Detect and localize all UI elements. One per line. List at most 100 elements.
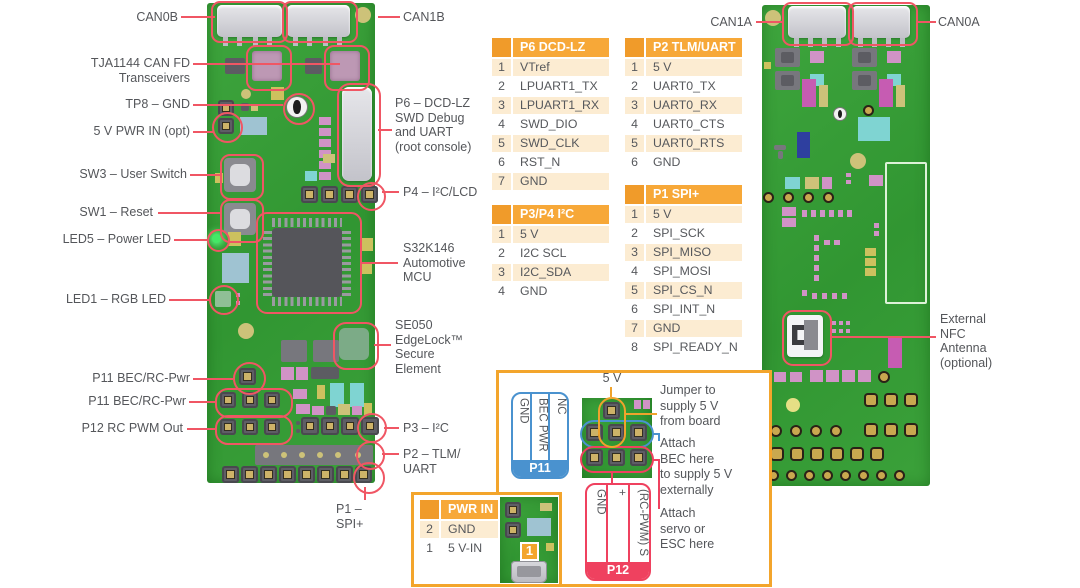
pin-name: GND [646, 320, 742, 337]
se050-chip [339, 328, 369, 360]
smd-ic [313, 340, 339, 362]
table-title: P6 DCD-LZ [513, 38, 609, 57]
table-row: 6RST_N [492, 154, 609, 171]
pin-number: 1 [492, 59, 511, 76]
table-row: 5UART0_RTS [625, 135, 742, 152]
pin-name: SPI_SCK [646, 225, 742, 242]
label-se050: SE050 EdgeLock™ Secure Element [395, 318, 475, 376]
p11-legend-label: P11 [513, 460, 567, 477]
label-can1a: CAN1A [700, 15, 752, 30]
table-row: 4GND [492, 283, 609, 300]
p11-pin-nc: NC [548, 394, 567, 460]
pin-name: 5 V [646, 59, 742, 76]
pin-table-pwr-in: PWR IN 2GND15 V-IN [420, 500, 498, 559]
note-servo: Attach servo or ESC here [660, 506, 760, 553]
pin-number: 4 [492, 283, 511, 300]
table-row: 4UART0_CTS [625, 116, 742, 133]
pin-number: 1 [625, 206, 644, 223]
pinout-diagram: CAN0B CAN1B TJA1144 CAN FD Transceivers … [0, 0, 1080, 588]
label-p1: P1 – SPI+ [336, 502, 392, 531]
pin-name: LPUART1_TX [513, 78, 609, 95]
pin-name: UART0_TX [646, 78, 742, 95]
pin-number: 2 [420, 521, 439, 538]
label-nfc-antenna: External NFC Antenna (optional) [940, 312, 1018, 370]
table-row: 3SPI_MISO [625, 244, 742, 261]
pin-number: 3 [492, 97, 511, 114]
pin-name: GND [513, 173, 609, 190]
label-p11b: P11 BEC/RC-Pwr [81, 394, 186, 409]
label-p11a: P11 BEC/RC-Pwr [85, 371, 190, 386]
pin-name: 5 V-IN [441, 540, 498, 557]
table-row: 3I2C_SDA [492, 264, 609, 281]
table-row: 15 V [625, 59, 742, 76]
pin-table-p3p4: P3/P4 I²C 15 V2I2C SCL3I2C_SDA4GND [492, 205, 609, 302]
pin-number: 5 [492, 135, 511, 152]
table-row: 2SPI_SCK [625, 225, 742, 242]
jumper-outline [598, 397, 626, 448]
pin-name: 5 V [646, 206, 742, 223]
pin-name: SWD_DIO [513, 116, 609, 133]
pwr-in-pin [218, 118, 234, 134]
label-can1b: CAN1B [403, 10, 463, 25]
p11-pin-becpwr: BEC PWR [530, 394, 549, 460]
table-row: 1VTref [492, 59, 609, 76]
pin-table-p1: P1 SPI+ 15 V2SPI_SCK3SPI_MISO4SPI_MOSI5S… [625, 185, 742, 358]
label-5v: 5 V [596, 371, 628, 387]
pin-number: 8 [625, 339, 644, 356]
label-led5: LED5 – Power LED [55, 232, 171, 247]
label-sw3: SW3 – User Switch [65, 167, 187, 182]
tja1144-transceiver-2 [330, 51, 360, 81]
pin-number: 2 [625, 78, 644, 95]
fiducial [765, 10, 781, 26]
note-bec: Attach BEC here to supply 5 V externally [660, 436, 760, 498]
pin-number: 4 [625, 263, 644, 280]
table-row: 7GND [492, 173, 609, 190]
table-row: 15 V [625, 206, 742, 223]
pin-number: 6 [492, 154, 511, 171]
p12-pin-plus: + [606, 485, 627, 562]
table-row: 5SWD_CLK [492, 135, 609, 152]
pin-name: SPI_MISO [646, 244, 742, 261]
p11-pin-legend: GND BEC PWR NC P11 [511, 392, 569, 479]
usb-connector [511, 561, 547, 583]
pcb-board-bottom [207, 3, 375, 483]
table-row: 2UART0_TX [625, 78, 742, 95]
pin-name: I2C_SDA [513, 264, 609, 281]
pin-number: 1 [492, 226, 511, 243]
pin-number: 5 [625, 135, 644, 152]
p11-pin-gnd: GND [513, 394, 530, 460]
pin-name: UART0_CTS [646, 116, 742, 133]
pin-name: SPI_CS_N [646, 282, 742, 299]
pin-table-p6: P6 DCD-LZ 1VTref 2LPUART1_TX3LPUART1_RX4S… [492, 38, 609, 192]
pin-name: GND [513, 283, 609, 300]
s32k146-mcu-chip [272, 228, 342, 297]
table-row: 15 V [492, 226, 609, 243]
pin-number: 5 [625, 282, 644, 299]
pin-name: I2C SCL [513, 245, 609, 262]
label-sw1: SW1 – Reset [75, 205, 153, 220]
pin-number: 4 [492, 116, 511, 133]
label-can0a: CAN0A [938, 15, 994, 30]
pin-name: UART0_RTS [646, 135, 742, 152]
can1b-connector [287, 5, 350, 37]
table-row: 6SPI_INT_N [625, 301, 742, 318]
pin-name: LPUART1_RX [513, 97, 609, 114]
pin-number: 2 [492, 78, 511, 95]
pin-name: SPI_MOSI [646, 263, 742, 280]
pin-number: 2 [492, 245, 511, 262]
p1-pin1 [355, 466, 372, 483]
p3-pin1 [361, 417, 379, 435]
table-row: 7GND [625, 320, 742, 337]
pin-number: 3 [492, 264, 511, 281]
pin-number: 3 [625, 244, 644, 261]
table-row: 5SPI_CS_N [625, 282, 742, 299]
pwr-in-photo: 1 [500, 497, 558, 583]
pin-number: 7 [625, 320, 644, 337]
p11-jumper-pin [239, 368, 256, 385]
label-p6: P6 – DCD-LZ SWD Debug and UART (root con… [395, 96, 489, 154]
table-title: P3/P4 I²C [513, 205, 609, 224]
pin-name: 5 V [513, 226, 609, 243]
pin-name: RST_N [513, 154, 609, 171]
can0b-connector [217, 5, 282, 37]
label-p3: P3 – I²C [403, 421, 463, 436]
